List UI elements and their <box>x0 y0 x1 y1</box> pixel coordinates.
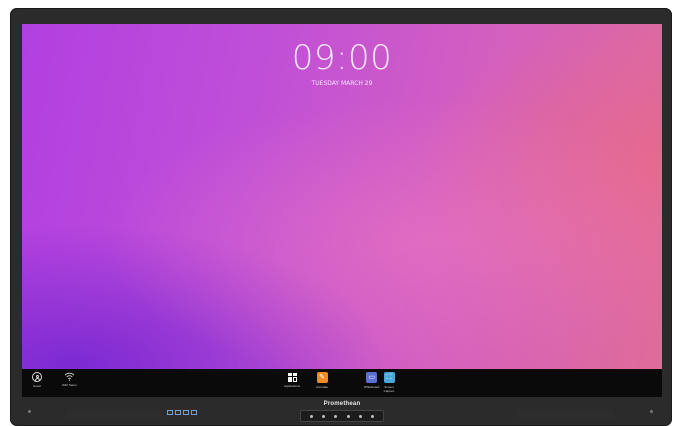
whiteboard-button[interactable]: ▭ Whiteboard <box>364 372 379 389</box>
screen-capture-button[interactable]: ⛶ Screen Capture <box>382 372 396 393</box>
front-ports <box>167 410 197 415</box>
freeze-button[interactable] <box>370 414 374 418</box>
usb-c-port <box>191 410 197 415</box>
ambient-sensor-left <box>28 410 31 413</box>
input-button[interactable] <box>358 414 362 418</box>
volume-up-button[interactable] <box>346 414 350 418</box>
hdmi-port <box>183 410 189 415</box>
clock-time: 09:00 <box>291 38 393 78</box>
wifi-button[interactable]: WiFi Name <box>62 372 77 387</box>
brand-logo: Promethean <box>323 401 361 407</box>
usb-port <box>167 410 173 415</box>
front-control-panel <box>300 410 384 422</box>
lock-screen-wallpaper[interactable]: 09:00 TUESDAY MARCH 29 <box>22 24 662 369</box>
power-button[interactable] <box>310 414 314 418</box>
guest-label: Guest <box>32 384 41 388</box>
speaker-grille-left <box>66 410 162 418</box>
wifi-icon <box>64 372 75 381</box>
ambient-sensor-right <box>650 410 653 413</box>
annotate-icon: ✎ <box>316 372 328 383</box>
screen-capture-icon: ⛶ <box>383 372 395 383</box>
speaker-grille-right <box>518 410 614 418</box>
apps-grid-icon <box>287 373 297 382</box>
clock-date: TUESDAY MARCH 29 <box>311 80 373 87</box>
applications-label: Applications <box>284 384 301 388</box>
whiteboard-label: Whiteboard <box>364 385 380 389</box>
usb-port <box>175 410 181 415</box>
whiteboard-icon: ▭ <box>366 372 378 383</box>
home-button[interactable] <box>334 414 338 418</box>
taskbar: Guest WiFi Name Applications ✎ Annotate … <box>22 369 662 397</box>
screen-capture-label: Screen Capture <box>383 385 395 393</box>
volume-down-button[interactable] <box>322 414 326 418</box>
annotate-label: Annotate <box>316 385 329 389</box>
applications-button[interactable]: Applications <box>284 372 300 388</box>
guest-user-button[interactable]: Guest <box>32 372 42 388</box>
user-icon <box>32 372 42 382</box>
wifi-label: WiFi Name <box>62 383 77 387</box>
annotate-button[interactable]: ✎ Annotate <box>316 372 328 389</box>
display-screen[interactable]: 09:00 TUESDAY MARCH 29 Guest WiFi Name A… <box>22 24 662 397</box>
display-bottom-panel: Promethean <box>22 398 662 426</box>
